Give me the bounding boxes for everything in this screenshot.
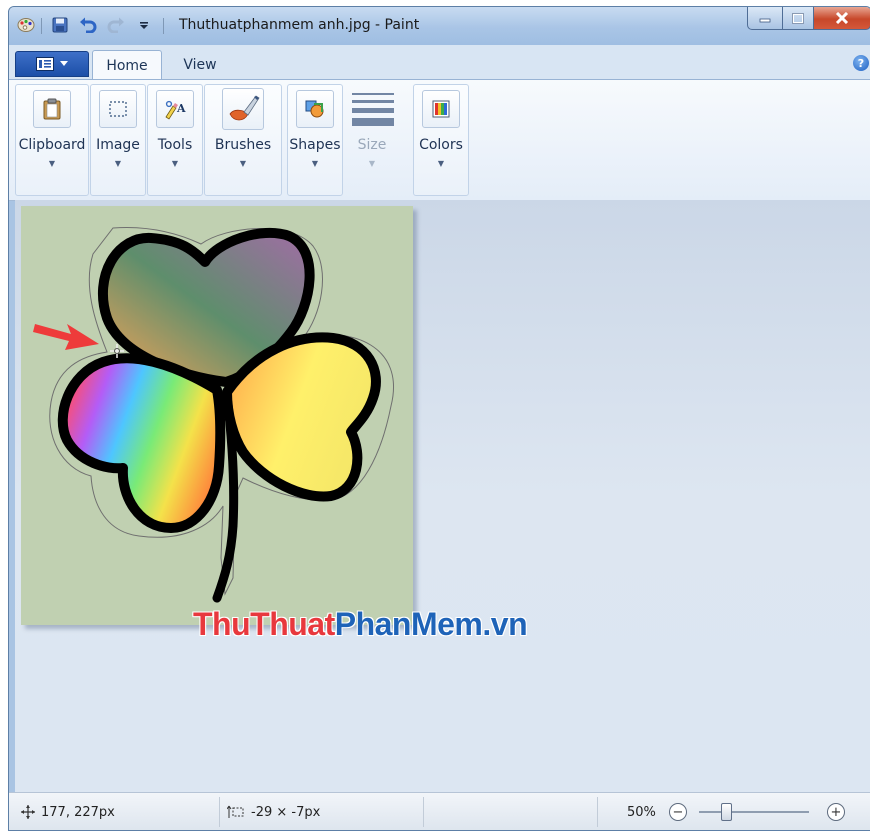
canvas-area[interactable]: ThuThuatPhanMem.vn (15, 200, 870, 792)
plus-icon: + (830, 804, 842, 820)
size-dropdown-icon: ▼ (368, 159, 376, 168)
brushes-dropdown-icon: ▼ (239, 159, 247, 168)
zoom-slider-track[interactable] (699, 811, 809, 813)
colors-label: Colors (419, 137, 463, 153)
selection-size: -29 × -7px (251, 804, 321, 820)
tab-home[interactable]: Home (92, 50, 162, 80)
colors-icon (422, 90, 460, 128)
maximize-button[interactable] (782, 7, 814, 30)
clipboard-icon (33, 90, 71, 128)
window-title: Thuthuatphanmem anh.jpg - Paint (179, 17, 420, 33)
tools-dropdown-icon: ▼ (171, 159, 179, 168)
image-dropdown-icon: ▼ (114, 159, 122, 168)
clipboard-label: Clipboard (18, 137, 86, 153)
tools-label: Tools (157, 137, 193, 153)
zoom-in-button[interactable]: + (827, 803, 845, 821)
zoom-level: 50% (627, 804, 656, 820)
paint-app-icon[interactable] (17, 16, 35, 34)
selection-size-cell: -29 × -7px (227, 793, 321, 830)
chevron-down-icon (60, 61, 68, 66)
minimize-button[interactable] (747, 7, 783, 30)
close-button[interactable] (813, 7, 870, 30)
size-icon (352, 93, 394, 131)
watermark-part1: ThuThuat (193, 606, 335, 642)
size-label: Size (357, 137, 387, 153)
tools-group[interactable]: A Tools ▼ (147, 84, 203, 196)
size-group: Size ▼ (345, 84, 399, 196)
minimize-icon (759, 18, 771, 23)
colors-dropdown-icon: ▼ (437, 159, 445, 168)
paint-menu-button[interactable] (15, 51, 89, 77)
zoom-slider-thumb[interactable] (721, 803, 732, 821)
watermark: ThuThuatPhanMem.vn (193, 606, 528, 643)
paint-window: Thuthuatphanmem anh.jpg - Paint Home Vie… (8, 6, 870, 831)
cursor-position-cell: 177, 227px (21, 793, 115, 830)
svg-text:A: A (176, 102, 186, 115)
drawing-canvas[interactable] (21, 206, 413, 625)
tab-view[interactable]: View (167, 50, 233, 79)
maximize-icon (792, 12, 804, 24)
help-icon[interactable]: ? (853, 55, 869, 71)
shamrock-image (33, 227, 394, 603)
menu-icon (36, 57, 54, 71)
shapes-icon (296, 90, 334, 128)
image-label: Image (96, 137, 140, 153)
customize-toolbar-icon[interactable] (135, 16, 153, 34)
close-icon (835, 12, 849, 24)
shapes-dropdown-icon: ▼ (311, 159, 319, 168)
ribbon-home: Clipboard ▼ Image ▼ A Tools ▼ Brushes ▼ (9, 79, 870, 201)
brush-icon (222, 88, 264, 130)
image-group[interactable]: Image ▼ (90, 84, 146, 196)
save-icon[interactable] (51, 16, 69, 34)
brushes-group[interactable]: Brushes ▼ (204, 84, 282, 196)
undo-icon[interactable] (79, 16, 97, 34)
cursor-move-icon (21, 805, 35, 819)
watermark-part2: PhanMem.vn (334, 606, 528, 642)
select-icon (99, 90, 137, 128)
status-bar: 177, 227px -29 × -7px 50% − + (9, 792, 870, 830)
cursor-position: 177, 227px (41, 804, 115, 820)
tools-icon: A (156, 90, 194, 128)
selection-size-icon (227, 805, 244, 818)
ribbon-tabs: Home View ? (9, 45, 870, 80)
shapes-label: Shapes (289, 137, 341, 153)
brushes-label: Brushes (214, 137, 272, 153)
clipboard-dropdown-icon: ▼ (48, 159, 56, 168)
redo-icon[interactable] (107, 16, 125, 34)
minus-icon: − (672, 804, 684, 820)
clipboard-group[interactable]: Clipboard ▼ (15, 84, 89, 196)
colors-group[interactable]: Colors ▼ (413, 84, 469, 196)
zoom-out-button[interactable]: − (669, 803, 687, 821)
title-bar: Thuthuatphanmem anh.jpg - Paint (9, 7, 870, 45)
shapes-group[interactable]: Shapes ▼ (287, 84, 343, 196)
